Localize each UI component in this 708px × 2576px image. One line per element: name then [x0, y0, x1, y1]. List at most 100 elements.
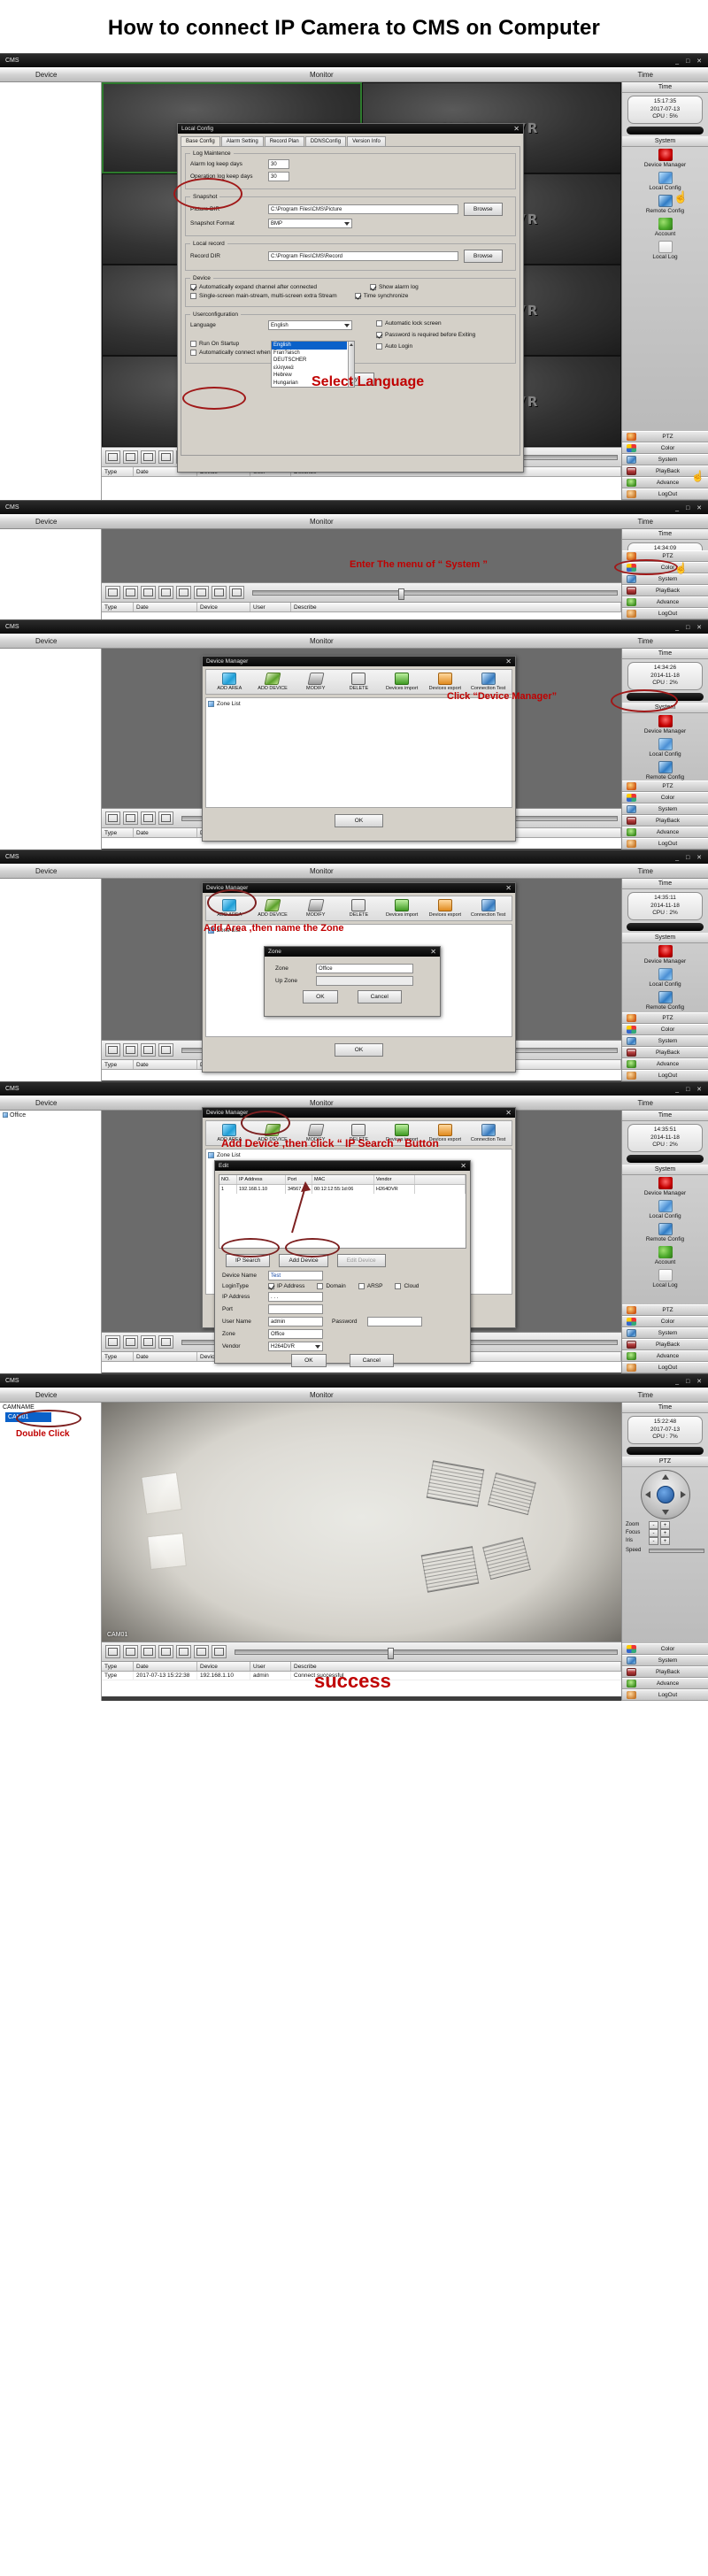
window-controls[interactable]: _ □ ✕	[675, 1083, 704, 1096]
toolbar-modify[interactable]: MODIFY	[296, 673, 336, 692]
device-manager-dialog[interactable]: Device Manager ✕ ADD AREA ADD DEVICE MOD…	[202, 656, 516, 842]
empty-video-pane[interactable]	[102, 529, 621, 582]
volume-slider[interactable]	[235, 1647, 618, 1659]
sidebar-item-local-log[interactable]: Local Log	[622, 240, 708, 261]
tab-playback[interactable]: PlayBack	[622, 585, 708, 596]
layout-6-icon[interactable]	[141, 586, 156, 599]
sidebar-item-local-config[interactable]: Local Config	[622, 1199, 708, 1220]
toolbar-connection-test[interactable]: Connection Test	[468, 673, 509, 692]
fullscreen-icon[interactable]	[212, 1645, 227, 1658]
tree-item-office[interactable]: Office	[0, 1111, 101, 1120]
toolbar-devices-export[interactable]: Devices export	[425, 899, 466, 919]
tab-logout[interactable]: LogOut	[622, 1070, 708, 1081]
menu-device[interactable]: Device	[35, 1391, 57, 1399]
tab-record-plan[interactable]: Record Plan	[264, 136, 304, 146]
toolbar-add-area[interactable]: ADD AREA	[209, 1124, 250, 1143]
picture-dir-browse-button[interactable]: Browse	[464, 203, 503, 216]
device-manager-toolbar[interactable]: ADD AREA ADD DEVICE MODIFY DELETE Device…	[205, 896, 512, 921]
language-dropdown-list[interactable]: English Fran?aisch DEUTSCHER ελληνικά He…	[271, 341, 355, 388]
tab-playback[interactable]: PlayBack	[622, 1339, 708, 1350]
tab-alarm-setting[interactable]: Alarm Setting	[220, 136, 264, 146]
edit-device-dialog[interactable]: Edit ✕ NO. IP Address Port MAC Vendor 1 …	[214, 1160, 471, 1367]
operation-log-days-input[interactable]: 30	[268, 172, 289, 181]
layout-6-icon[interactable]	[141, 450, 156, 464]
layout-1-icon[interactable]	[105, 811, 120, 825]
tab-ptz[interactable]: PTZ	[622, 780, 708, 792]
sidebar-item-account[interactable]: Account	[622, 1245, 708, 1266]
ptz-direction-pad[interactable]	[640, 1469, 690, 1519]
tab-logout[interactable]: LogOut	[622, 1362, 708, 1373]
vendor-select[interactable]: H264DVR	[268, 1342, 323, 1351]
tree-item-cam[interactable]: CAMNAME	[0, 1403, 101, 1412]
window-controls[interactable]: _ □ ✕	[675, 55, 704, 68]
radio-ip-address[interactable]: IP Address	[268, 1283, 304, 1289]
video-toolbar[interactable]	[102, 582, 621, 602]
layout-9-icon[interactable]	[141, 1335, 156, 1349]
tab-version-info[interactable]: Version Info	[347, 136, 386, 146]
ip-address-input[interactable]: . . .	[268, 1292, 323, 1302]
ip-search-button[interactable]: IP Search	[226, 1254, 271, 1267]
toolbar-add-device[interactable]: ADD DEVICE	[252, 1124, 293, 1143]
tab-system[interactable]: System	[622, 804, 708, 815]
toolbar-delete[interactable]: DELETE	[338, 673, 379, 692]
tab-color[interactable]: Color	[622, 792, 708, 804]
sidebar-item-account[interactable]: Account	[622, 217, 708, 238]
tab-system[interactable]: System	[622, 1035, 708, 1047]
sidebar-item-local-log[interactable]: Local Log	[622, 1268, 708, 1289]
tab-playback[interactable]: PlayBack	[622, 1666, 708, 1678]
device-name-input[interactable]: Test	[268, 1271, 323, 1280]
layout-16-icon[interactable]	[158, 1335, 173, 1349]
tab-logout[interactable]: LogOut	[622, 838, 708, 850]
sidebar-item-remote-config[interactable]: Remote Config	[622, 990, 708, 1011]
close-icon[interactable]: ✕	[505, 657, 512, 666]
ptz-zoom-plus-button[interactable]: +	[660, 1520, 670, 1529]
tab-advance[interactable]: Advance	[622, 596, 708, 608]
edit-cancel-button[interactable]: Cancel	[349, 1354, 394, 1367]
sidebar-item-device-manager[interactable]: Device Manager	[622, 944, 708, 965]
sidebar-item-local-config[interactable]: Local Config	[622, 967, 708, 988]
toolbar-modify[interactable]: MODIFY	[296, 899, 336, 919]
window-controls[interactable]: _ □ ✕	[675, 851, 704, 865]
layout-16-icon[interactable]	[194, 586, 209, 599]
checkbox-password-required-before-exiting[interactable]: Password is required before Exiting	[376, 332, 475, 338]
tab-advance[interactable]: Advance	[622, 827, 708, 838]
volume-slider[interactable]	[252, 588, 618, 600]
tab-ptz[interactable]: PTZ	[622, 1304, 708, 1316]
tab-logout[interactable]: LogOut	[622, 1689, 708, 1701]
ptz-focus-minus-button[interactable]: -	[649, 1528, 658, 1537]
layout-9-icon[interactable]	[141, 811, 156, 825]
close-icon[interactable]: ✕	[430, 947, 436, 957]
tab-color[interactable]: Color	[622, 1643, 708, 1655]
layout-4-icon[interactable]	[123, 450, 138, 464]
tab-base-config[interactable]: Base Config	[181, 136, 220, 146]
ptz-up-icon[interactable]	[661, 1473, 669, 1480]
window-controls[interactable]: _ □ ✕	[675, 1375, 704, 1388]
tab-advance[interactable]: Advance	[622, 1678, 708, 1689]
tab-advance[interactable]: Advance	[622, 1058, 708, 1070]
close-icon[interactable]: ✕	[505, 883, 512, 893]
sidebar-item-device-manager[interactable]: Device Manager	[622, 148, 708, 169]
tree-item-zone-list[interactable]: Zone List	[208, 1151, 510, 1159]
search-results-table[interactable]: NO. IP Address Port MAC Vendor 1 192.168…	[219, 1174, 466, 1249]
language-option[interactable]: Hungarian	[272, 380, 347, 388]
close-icon[interactable]: ✕	[460, 1161, 466, 1171]
ok-button[interactable]: OK	[334, 1043, 384, 1057]
window-controls[interactable]: _ □ ✕	[675, 621, 704, 634]
radio-cloud[interactable]: Cloud	[395, 1283, 419, 1289]
port-input[interactable]	[268, 1304, 323, 1314]
tab-ptz[interactable]: PTZ	[622, 431, 708, 442]
edit-ok-button[interactable]: OK	[291, 1354, 327, 1367]
toolbar-devices-export[interactable]: Devices export	[425, 673, 466, 692]
menu-device[interactable]: Device	[35, 71, 57, 79]
device-tree-panel[interactable]	[0, 649, 102, 850]
tab-playback[interactable]: PlayBack	[622, 1047, 708, 1058]
dialog-tabs[interactable]: Base Config Alarm Setting Record Plan DD…	[178, 134, 523, 146]
device-tree-panel[interactable]	[0, 879, 102, 1081]
ptz-iris-minus-button[interactable]: -	[649, 1536, 658, 1545]
tab-color[interactable]: Color	[622, 1024, 708, 1035]
device-tree-panel[interactable]	[0, 529, 102, 619]
checkbox-show-alarm-log[interactable]: Show alarm log	[369, 284, 419, 290]
menu-monitor[interactable]: Monitor	[310, 1391, 334, 1399]
menu-monitor[interactable]: Monitor	[310, 637, 334, 645]
layout-1-icon[interactable]	[105, 1645, 120, 1658]
